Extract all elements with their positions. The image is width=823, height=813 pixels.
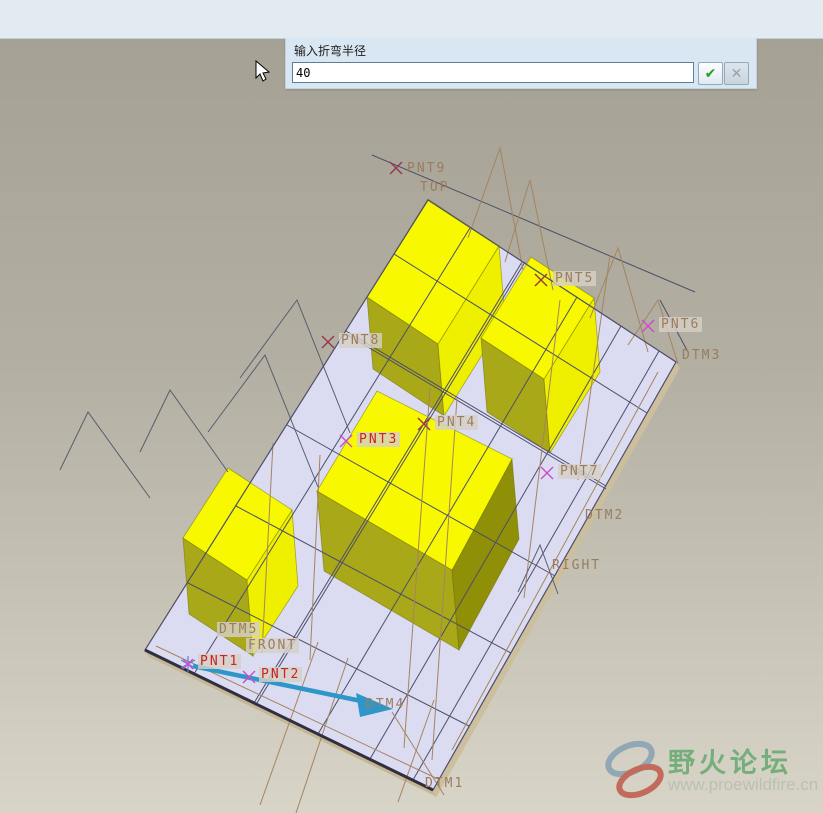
- datum-label-top[interactable]: TOP: [420, 180, 449, 195]
- datum-label-dtm5[interactable]: DTM5: [217, 622, 261, 637]
- cancel-button[interactable]: ✕: [724, 62, 749, 85]
- datum-label-dtm1[interactable]: DTM1: [425, 776, 464, 791]
- datum-label-dtm3[interactable]: DTM3: [682, 348, 721, 363]
- datum-label-dtm4[interactable]: DTM4: [366, 697, 405, 712]
- mouse-cursor: [255, 60, 271, 82]
- datum-label-pnt8[interactable]: PNT8: [339, 333, 383, 348]
- forum-watermark: 野火论坛 www.proewildfire.cn: [600, 733, 823, 805]
- datum-label-pnt2[interactable]: PNT2: [259, 667, 303, 682]
- datum-label-pnt3[interactable]: PNT3: [357, 432, 401, 447]
- datum-label-pnt5[interactable]: PNT5: [553, 271, 597, 286]
- cross-marker-pnt9[interactable]: [389, 161, 403, 175]
- datum-label-pnt9[interactable]: PNT9: [407, 161, 446, 176]
- cross-marker-pnt8[interactable]: [321, 335, 335, 349]
- dialog-prompt-label: 输入折弯半径: [294, 44, 367, 58]
- datum-label-front[interactable]: FRONT: [246, 638, 300, 653]
- bend-radius-dialog: 输入折弯半径 ✔ ✕: [285, 38, 757, 89]
- x-icon: ✕: [730, 65, 743, 81]
- datum-label-dtm2[interactable]: DTM2: [585, 508, 624, 523]
- bend-radius-input[interactable]: [292, 62, 694, 83]
- cad-canvas[interactable]: PNT9 TOP PNT5 PNT6 DTM3 PNT8 PNT4 PNT3 PNT7 DTM2 R…: [0, 0, 823, 813]
- model-viewport: [59, 146, 696, 813]
- datum-label-pnt1[interactable]: PNT1: [198, 654, 242, 669]
- check-icon: ✔: [704, 65, 717, 81]
- datum-label-pnt4[interactable]: PNT4: [435, 415, 479, 430]
- forum-logo-icon: [605, 740, 664, 799]
- cross-marker-pnt6[interactable]: [641, 319, 655, 333]
- datum-label-pnt6[interactable]: PNT6: [659, 317, 703, 332]
- watermark-url: www.proewildfire.cn: [668, 775, 819, 794]
- toolbar-strip: [0, 0, 823, 39]
- datum-label-right[interactable]: RIGHT: [552, 558, 601, 573]
- datum-label-pnt7[interactable]: PNT7: [558, 464, 602, 479]
- confirm-button[interactable]: ✔: [698, 62, 723, 85]
